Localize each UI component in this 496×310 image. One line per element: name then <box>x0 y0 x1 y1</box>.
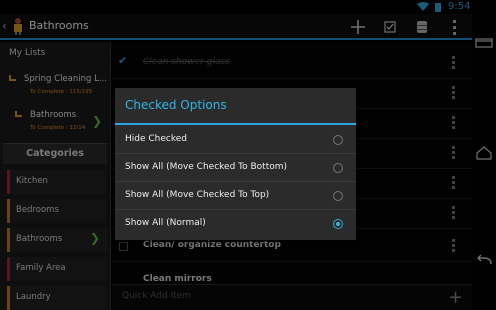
option-show-all-normal[interactable]: Show All (Normal) <box>115 210 356 238</box>
dialog-title-bar: Checked Options <box>115 88 356 125</box>
option-hide-checked[interactable]: Hide Checked <box>115 126 356 154</box>
dialog-title: Checked Options <box>125 98 227 112</box>
radio-button-selected[interactable] <box>333 219 343 229</box>
radio-button[interactable] <box>333 163 343 173</box>
option-move-checked-bottom[interactable]: Show All (Move Checked To Bottom) <box>115 154 356 182</box>
radio-button[interactable] <box>333 135 343 145</box>
radio-button[interactable] <box>333 191 343 201</box>
checked-options-dialog: Checked Options Hide Checked Show All (M… <box>115 88 356 240</box>
option-move-checked-top[interactable]: Show All (Move Checked To Top) <box>115 182 356 210</box>
